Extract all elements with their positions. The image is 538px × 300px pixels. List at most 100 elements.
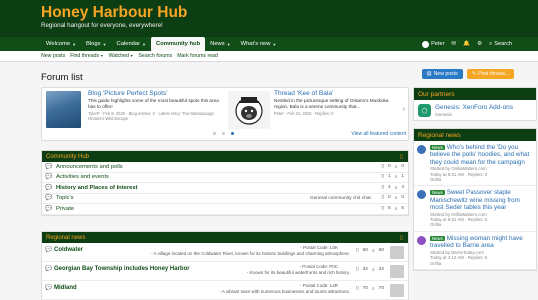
view-all-featured-link[interactable]: View all featured content xyxy=(351,131,406,137)
forum-stats: ▯ 1 ⌕ 1 xyxy=(381,174,404,180)
forum-stats: ▯ 5 ⌕ 5 xyxy=(381,206,404,212)
forum-name[interactable]: Midland xyxy=(54,285,77,291)
new-posts-label: New posts xyxy=(433,71,458,77)
regional-news-header[interactable]: Regional news ▯ xyxy=(42,232,408,243)
news-title[interactable]: News Sweet Passover staple Manischewitz w… xyxy=(430,189,533,211)
mail-icon[interactable]: ✉ xyxy=(451,41,456,47)
news-item[interactable]: News Who's behind the 'Do you believe the… xyxy=(414,141,536,187)
forum-desc: - A vibrant town with numerous businesse… xyxy=(219,289,350,294)
forum-icon: 💬 xyxy=(45,184,53,191)
forum-icon: 💬 xyxy=(45,195,53,202)
search-button[interactable]: ⌕ Search xyxy=(489,41,512,48)
last-post-thumb[interactable] xyxy=(390,265,404,278)
forum-row[interactable]: 💬 Midland - Postal Code: L4R - A vibrant to… xyxy=(42,281,408,300)
main-content: Forum list Blog 'Picture Perfect Spots' … xyxy=(41,65,409,300)
thread-count: 4 xyxy=(387,184,391,190)
avatar[interactable] xyxy=(417,235,426,245)
nav-item-community-hub[interactable]: Community hub xyxy=(151,37,206,51)
forum-row[interactable]: 💬 History and Places of Interest ▯ 4 ⌕ 4 xyxy=(42,183,408,194)
bookmark-icon[interactable]: ▯ xyxy=(400,235,403,241)
featured-title-1[interactable]: Blog 'Picture Perfect Spots' xyxy=(88,90,224,97)
nav-item-calendar[interactable]: Calendar ▼ xyxy=(112,37,152,51)
bookmark-icon[interactable]: ▯ xyxy=(400,154,403,160)
chevron-down-icon: ▼ xyxy=(102,41,107,47)
subnav-mark-forums-read[interactable]: Mark forums read xyxy=(177,53,218,59)
messages-icon: ⌕ xyxy=(394,164,398,170)
carousel-dot[interactable] xyxy=(231,132,234,135)
subnav-label: Find threads xyxy=(70,53,100,59)
bell-icon[interactable]: 🔔 xyxy=(463,41,470,47)
nav-item-news[interactable]: News ▼ xyxy=(205,37,235,51)
carousel-dot[interactable] xyxy=(213,132,216,135)
message-count: 0 xyxy=(401,163,404,169)
nav-item-blogs[interactable]: Blogs ▼ xyxy=(81,37,111,51)
postal-code: - Postal Code: L0K xyxy=(300,245,338,250)
last-post-thumb[interactable] xyxy=(390,246,404,259)
featured-card-2[interactable]: Thread 'Kee of Bala' Nestled in the pict… xyxy=(228,90,404,129)
forum-name[interactable]: Activities and events xyxy=(56,174,109,180)
site-title[interactable]: Honey Harbour Hub xyxy=(41,4,538,21)
forum-row[interactable]: 💬 Coldwater - Postal Code: L0K - A village … xyxy=(42,243,408,262)
news-meta: Orillia xyxy=(430,177,442,183)
featured-content: Blog 'Picture Perfect Spots' This guide … xyxy=(41,87,409,141)
nav-item-label: News xyxy=(210,41,225,47)
forum-row[interactable]: 💬 Announcements and polls ▯ 0 ⌕ 0 xyxy=(42,162,408,173)
community-hub-header[interactable]: Community Hub ▯ xyxy=(42,151,408,162)
nav-item-what-s-new[interactable]: What's new ▼ xyxy=(236,37,282,51)
forum-name[interactable]: Private xyxy=(56,206,74,212)
featured-card-1[interactable]: Blog 'Picture Perfect Spots' This guide … xyxy=(42,90,227,128)
messages-icon: ⌕ xyxy=(394,185,398,191)
news-title[interactable]: News Who's behind the 'Do you believe the… xyxy=(430,144,533,166)
subnav-watched[interactable]: Watched ▼ xyxy=(109,53,134,59)
nav-item-label: Welcome xyxy=(46,41,71,47)
news-item[interactable]: News Missing woman might have travelled t… xyxy=(414,232,536,270)
chevron-right-icon[interactable]: › xyxy=(403,106,405,113)
gear-icon[interactable]: ⚙ xyxy=(477,41,482,47)
sub-nav: New posts Find threads ▼ Watched ▼ Search f… xyxy=(0,51,538,62)
regional-news-title: Regional news xyxy=(46,234,86,241)
search-label: Search xyxy=(494,41,512,47)
forum-icon: 💬 xyxy=(45,174,53,181)
carousel-dot[interactable] xyxy=(222,132,225,135)
forum-row[interactable]: 💬 Topic's General community chit chat. ▯ 0 ⌕ 0 xyxy=(42,194,408,204)
forum-stats: ▯ 4 ⌕ 4 xyxy=(381,185,404,191)
featured-meta-1: TylerP · Feb 8, 2025 · Blog entries: 3 ·… xyxy=(88,111,215,122)
user-menu[interactable]: Peter xyxy=(422,40,444,48)
forum-row[interactable]: 💬 Activities and events ▯ 1 ⌕ 1 xyxy=(42,173,408,183)
search-icon: ⌕ xyxy=(489,40,493,47)
forum-icon: 💬 xyxy=(45,247,52,253)
chevron-down-icon: ▼ xyxy=(99,54,104,58)
nav-item-welcome[interactable]: Welcome ▼ xyxy=(41,37,81,51)
nav-item-label: What's new xyxy=(240,41,271,47)
message-count: 1 xyxy=(401,174,404,180)
subnav-find-threads[interactable]: Find threads ▼ xyxy=(70,53,103,59)
forum-row[interactable]: 💬 Georgian Bay Township includes Honey Ha… xyxy=(42,262,408,281)
forum-name[interactable]: Announcements and polls xyxy=(56,164,123,170)
partner-title[interactable]: Genesis: XenForo Add-ons xyxy=(435,104,513,111)
subnav-label: New posts xyxy=(41,53,66,59)
news-title[interactable]: News Missing woman might have travelled t… xyxy=(430,235,533,250)
nav-item-label: Blogs xyxy=(86,41,101,47)
threads-icon: ▯ xyxy=(355,286,359,291)
threads-icon: ▯ xyxy=(355,248,359,253)
forum-name[interactable]: History and Places of Interest xyxy=(56,185,138,191)
subnav-new-posts[interactable]: New posts xyxy=(41,53,65,59)
chevron-down-icon: ▼ xyxy=(226,41,231,47)
subnav-search-forums[interactable]: Search forums xyxy=(138,53,172,59)
last-post-thumb[interactable] xyxy=(390,284,404,297)
news-item[interactable]: News Sweet Passover staple Manischewitz w… xyxy=(414,186,536,232)
new-posts-button[interactable]: ▤ New posts xyxy=(421,69,463,79)
threads-icon: ▯ xyxy=(381,163,384,169)
forum-name[interactable]: Topic's xyxy=(56,195,74,201)
forum-stats: ▯ 32 ⌕ 32 xyxy=(356,267,384,273)
featured-title-2[interactable]: Thread 'Kee of Bala' xyxy=(274,90,402,97)
avatar[interactable] xyxy=(417,190,426,200)
news-badge: News xyxy=(430,235,445,241)
post-thread-button[interactable]: ✎ Post thread... xyxy=(466,69,514,79)
forum-name[interactable]: Coldwater xyxy=(54,247,83,253)
main-nav: Welcome ▼ Blogs ▼ Calendar ▼ Community hub News… xyxy=(0,37,538,51)
forum-name[interactable]: Georgian Bay Township includes Honey Har… xyxy=(54,266,190,272)
forum-row[interactable]: 💬 Private ▯ 5 ⌕ 5 xyxy=(42,204,408,215)
avatar[interactable] xyxy=(417,145,426,154)
partner-item[interactable]: ⬡ Genesis: XenForo Add-ons Genesis xyxy=(414,100,536,120)
